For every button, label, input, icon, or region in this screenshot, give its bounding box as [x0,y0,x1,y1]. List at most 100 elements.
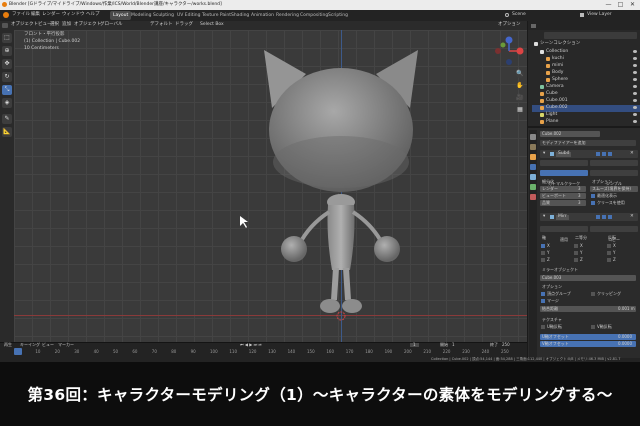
playback-controls[interactable]: ⏮ ◀ ▶ ⏭ ⏯ [240,343,262,347]
bisect-z-checkbox[interactable] [574,258,578,262]
outliner-item[interactable]: Cube.001 [532,98,640,105]
axis-z-checkbox[interactable] [541,258,545,262]
axis-x-checkbox[interactable] [541,244,545,248]
visibility-eye-icon[interactable] [633,106,637,109]
use-crease-checkbox[interactable] [591,201,595,205]
flip-x-checkbox[interactable] [607,244,611,248]
menu-add[interactable]: 追加 [62,22,71,28]
filter-icon[interactable] [531,24,536,28]
render-levels-field[interactable]: レンダー 3 [540,186,586,192]
measure-tool-icon[interactable]: 📐 [2,127,12,137]
material-tab-icon[interactable] [530,194,536,200]
simple-button[interactable]: シンプル [590,170,638,186]
u-offset-field[interactable]: U軸オフセット 0.0000 [540,334,636,340]
move-tool-icon[interactable]: ✥ [2,59,12,69]
grid-view-icon[interactable]: ▦ [516,106,524,114]
outliner-item[interactable]: Body [532,70,640,77]
rotate-tool-icon[interactable]: ↻ [2,72,12,82]
visibility-eye-icon[interactable] [633,92,637,95]
mirror-close-icon[interactable]: ✕ [630,214,634,220]
menu-edit[interactable]: 編集 [31,12,40,18]
visibility-eye-icon[interactable] [633,113,637,116]
menu-help[interactable]: ヘルプ [86,12,100,18]
pivot-point[interactable]: デフォルト [150,22,173,28]
playhead[interactable] [14,348,22,355]
view-layer-name[interactable]: View Layer [587,12,612,18]
transform-orientation[interactable]: グローバル [100,22,122,28]
physics-tab-icon[interactable] [530,174,536,180]
u-mirror-checkbox[interactable] [541,325,545,329]
visibility-eye-icon[interactable] [633,50,637,53]
constraints-tab-icon[interactable] [530,184,536,190]
mirror-render-icon[interactable] [608,215,612,219]
mirror-editmode-icon[interactable] [596,215,600,219]
clipping-checkbox[interactable] [591,292,595,296]
close-button[interactable]: ✕ [628,1,637,9]
end-frame-field[interactable]: 250 [502,343,510,347]
timeline-ruler[interactable]: 0102030405060708090100110120130140150160… [0,349,527,356]
maximize-button[interactable]: □ [616,1,625,9]
outliner-item[interactable]: Plane [532,119,640,126]
timeline-keying-menu[interactable]: キーイング [20,343,40,347]
add-modifier-dropdown[interactable]: モディファイアーを追加 [540,140,636,146]
select-tool-icon[interactable]: ⬚ [2,33,12,43]
cursor-tool-icon[interactable]: ⊕ [2,46,12,56]
character-model[interactable] [14,30,527,342]
mirror-copy-button[interactable]: コピー [590,226,638,242]
options-dropdown[interactable]: オプション [498,22,521,28]
merge-distance-field[interactable]: 結合距離 0.001 m [540,306,636,312]
flip-z-checkbox[interactable] [607,258,611,262]
outliner-search-input[interactable] [544,32,637,39]
visibility-eye-icon[interactable] [633,64,637,67]
tab-sculpting[interactable]: Sculpting [150,11,177,20]
current-frame-field[interactable]: 1 [410,343,419,347]
visibility-eye-icon[interactable] [633,78,637,81]
menu-select[interactable]: 選択 [50,22,59,28]
camera-view-icon[interactable]: 🎥 [516,94,524,102]
menu-file[interactable]: ファイル [12,12,30,18]
outliner-root[interactable]: シーンコレクション [532,41,640,48]
subsurf-modifier-header[interactable]: ▾ Subd ✕ [540,150,638,158]
visibility-eye-icon[interactable] [633,71,637,74]
render-tab-icon[interactable] [530,134,536,140]
quality-field[interactable]: 品質 3 [540,200,586,206]
pan-view-icon[interactable]: ✋ [516,82,524,90]
catmull-clark-button[interactable]: カトマルクラーク [540,170,588,186]
menu-object[interactable]: オブジェクト [74,22,101,28]
visibility-eye-icon[interactable] [633,85,637,88]
modifier-tab-icon[interactable] [530,164,536,170]
select-box[interactable]: Select Box [200,22,224,28]
object-name-field[interactable]: Cube.002 [540,131,600,137]
object-tab-icon[interactable] [530,154,536,160]
outliner-item[interactable]: kuchi [532,56,640,63]
zoom-view-icon[interactable]: 🔍 [516,70,524,78]
editor-type-icon[interactable] [2,23,8,28]
subsurf-name[interactable]: Subd [556,151,572,157]
outliner-item[interactable]: Collection [532,49,640,56]
mode-select[interactable]: オブジェクト [11,22,38,28]
timeline-play-menu[interactable]: 再生 [4,343,12,347]
bisect-x-checkbox[interactable] [574,244,578,248]
3d-viewport[interactable]: フロント・平行投影 (1) Collection | Cube.002 10 C… [14,30,527,342]
outliner-item[interactable]: Light [532,112,640,119]
outliner-item[interactable]: Camera [532,84,640,91]
bisect-y-checkbox[interactable] [574,251,578,255]
outliner-item[interactable]: Cube [532,91,640,98]
subsurf-editmode-icon[interactable] [596,152,600,156]
outliner-item[interactable]: mimi [532,63,640,70]
v-offset-field[interactable]: V軸オフセット 0.0000 [540,341,636,347]
subsurf-render-icon[interactable] [608,152,612,156]
vertex-groups-checkbox[interactable] [541,292,545,296]
v-mirror-checkbox[interactable] [591,325,595,329]
mirror-viewport-icon[interactable] [602,215,606,219]
blender-menu-icon[interactable] [3,12,9,18]
3d-cursor-icon[interactable] [336,311,346,321]
menu-render[interactable]: レンダー [42,12,60,18]
visibility-eye-icon[interactable] [633,120,637,123]
mirror-apply-button[interactable]: 適用 [540,226,588,242]
navigation-gizmo[interactable] [494,36,524,66]
transform-tool-icon[interactable]: ◈ [2,98,12,108]
mirror-name[interactable]: Mirr [556,214,569,220]
subsurf-viewport-icon[interactable] [602,152,606,156]
axis-y-checkbox[interactable] [541,251,545,255]
